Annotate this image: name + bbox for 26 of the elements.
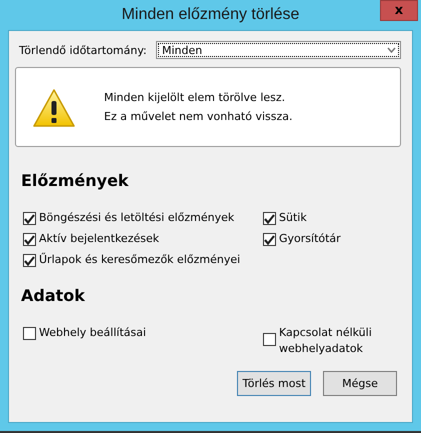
checkbox-label[interactable]: Webhely beállításai bbox=[39, 325, 146, 341]
range-label: Törlendő időtartomány: bbox=[19, 44, 147, 56]
checkbox-label[interactable]: Sütik bbox=[279, 210, 307, 226]
warning-text: Minden kijelölt elem törölve lesz. bbox=[104, 91, 286, 104]
close-button[interactable]: x bbox=[380, 0, 418, 21]
warning-text: Ez a művelet nem vonható vissza. bbox=[104, 110, 293, 123]
checkbox-label[interactable]: Kapcsolat nélküli webhelyadatok bbox=[279, 325, 384, 357]
checkbox[interactable] bbox=[263, 212, 276, 225]
checkbox-label[interactable]: Űrlapok és keresőmezők előzményei bbox=[39, 252, 240, 268]
checkbox[interactable] bbox=[23, 254, 36, 267]
section-heading: Adatok bbox=[21, 286, 86, 305]
checkbox[interactable] bbox=[23, 233, 36, 246]
checkbox-label[interactable]: Aktív bejelentkezések bbox=[39, 231, 160, 247]
warning-icon bbox=[32, 88, 76, 128]
checkbox-label[interactable]: Böngészési és letöltési előzmények bbox=[39, 210, 234, 226]
checkbox[interactable] bbox=[263, 333, 276, 346]
range-dropdown[interactable]: Minden bbox=[156, 41, 401, 59]
checkbox[interactable] bbox=[23, 212, 36, 225]
window-title: Minden előzmény törlése bbox=[122, 6, 300, 24]
checkbox[interactable] bbox=[263, 233, 276, 246]
section-heading: Előzmények bbox=[21, 171, 130, 190]
checkbox-label[interactable]: Gyorsítótár bbox=[279, 231, 341, 247]
chevron-icon bbox=[387, 47, 396, 53]
dialog-button[interactable]: Törlés most bbox=[237, 371, 311, 396]
dialog-button[interactable]: Mégse bbox=[323, 371, 397, 396]
checkbox[interactable] bbox=[23, 327, 36, 340]
